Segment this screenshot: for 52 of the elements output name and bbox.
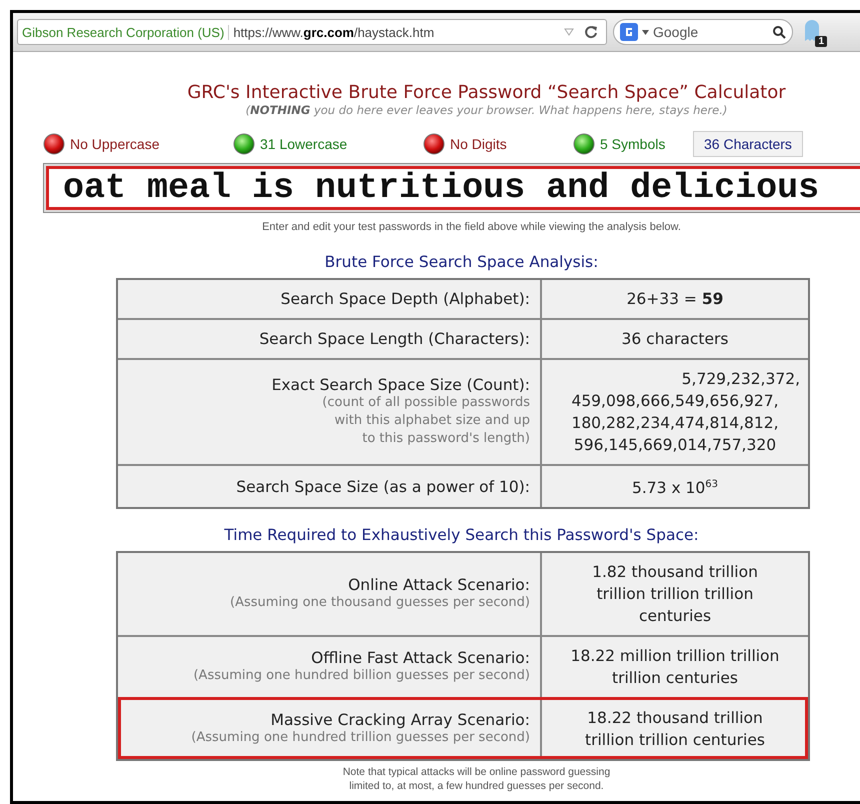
row-label: Search Space Size (as a power of 10): — [236, 478, 530, 496]
address-bar[interactable]: Gibson Research Corporation (US) https://www.grc.com/haystack.htm — [17, 19, 607, 45]
row-value: trillion trillion centuries — [585, 730, 765, 752]
row-note: (Assuming one hundred billion guesses per second) — [193, 667, 530, 686]
indicator-label: 31 Lowercase — [260, 136, 348, 152]
caret-icon[interactable] — [642, 30, 649, 34]
row-value: 36 characters — [622, 329, 728, 350]
site-identity[interactable]: Gibson Research Corporation (US) — [18, 24, 230, 40]
extension-button[interactable]: 1 — [799, 17, 827, 47]
row-label: Massive Cracking Array Scenario: — [270, 711, 530, 730]
search-icon[interactable] — [773, 26, 786, 38]
section-heading: Brute Force Search Space Analysis: — [324, 253, 598, 271]
indicator-label: 5 Symbols — [600, 136, 666, 152]
section-heading: Time Required to Exhaustively Search this Password's Space: — [224, 526, 699, 544]
footnote-text: limited to, at most, a few hundred guesses per second. — [348, 779, 605, 794]
row-label: Online Attack Scenario: — [348, 576, 530, 594]
row-note: (count of all possible passwords — [322, 394, 530, 412]
password-field[interactable]: oat meal is nutritious and delicious — [43, 163, 860, 213]
row-note: with this alphabet size and up — [334, 412, 530, 430]
indicator-label: No Digits — [450, 136, 507, 152]
row-value: 5.73 x 10$^{63}$ — [632, 478, 718, 500]
row-value: trillion centuries — [612, 668, 738, 690]
row-value: 180,282,234,474,814,812, — [571, 413, 779, 434]
page-subtitle: (NOTHING you do here ever leaves your browser. What happens here, stays here.) — [246, 103, 728, 117]
page-title: GRC's Interactive Brute Force Password “Search Space” Calculator — [187, 82, 786, 103]
row-note: (Assuming one thousand guesses per second) — [230, 594, 530, 612]
notification-badge: 1 — [815, 36, 827, 47]
row-value: 5,729,232,372, — [682, 369, 800, 390]
search-engine-name: Google — [653, 24, 700, 40]
hint-text: Enter and edit your test passwords in the field above while viewing the analysis below. — [262, 221, 681, 233]
search-engine-icon[interactable] — [620, 23, 638, 41]
ghost-icon — [803, 19, 821, 43]
row-value: 26+33 = 59 — [626, 289, 724, 310]
row-value: centuries — [638, 606, 712, 628]
row-value: 18.22 million trillion trillion — [570, 646, 780, 668]
row-value: 596,145,669,014,757,320 — [574, 435, 776, 456]
row-value: 18.22 thousand trillion — [587, 708, 763, 730]
row-note: (Assuming one hundred trillion guesses per second) — [191, 729, 530, 748]
row-value: 459,098,666,549,656,927, — [571, 391, 779, 412]
character-count: 36 Characters — [693, 131, 803, 157]
row-label: Exact Search Space Size (Count): — [272, 376, 530, 394]
row-value: 1.82 thousand trillion — [592, 562, 758, 584]
footnote-text: Note that typical attacks will be online password guessing — [342, 765, 610, 780]
row-value: trillion trillion trillion — [596, 584, 754, 606]
row-note: to this password's length) — [362, 430, 530, 448]
indicator-label: No Uppercase — [70, 136, 160, 152]
row-label: Search Space Depth (Alphabet): — [280, 290, 530, 308]
row-label: Search Space Length (Characters): — [259, 330, 530, 348]
row-label: Offline Fast Attack Scenario: — [311, 649, 530, 668]
search-field[interactable]: Google — [613, 19, 793, 45]
reload-icon[interactable] — [584, 25, 598, 39]
url-text: https://www.grc.com/haystack.htm — [232, 24, 436, 40]
